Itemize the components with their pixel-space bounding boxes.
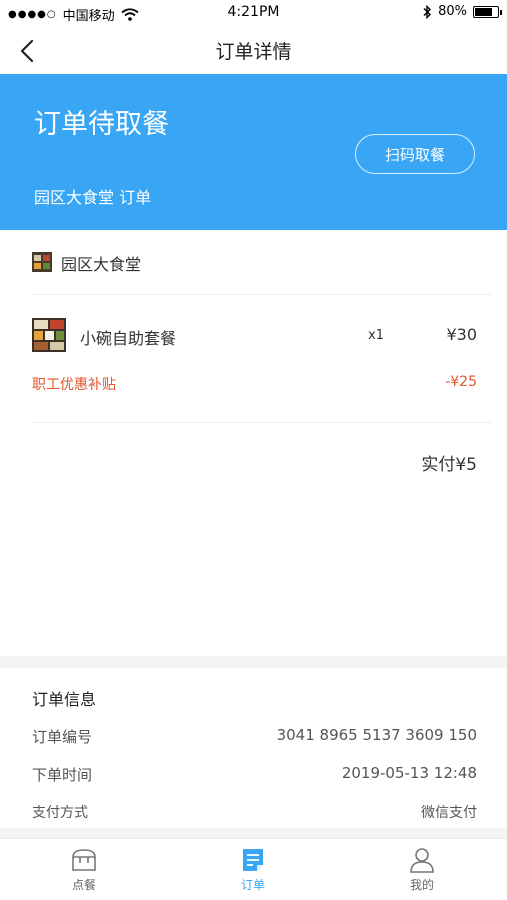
order-status-title: 订单待取餐: [34, 109, 169, 140]
chevron-left-icon: [20, 39, 34, 63]
tab-bar: 点餐 订单 我的: [0, 838, 507, 900]
tabbar-separator: [0, 828, 507, 838]
nav-bar: 订单详情: [0, 26, 507, 74]
page-title: 订单详情: [215, 40, 292, 63]
payment-method-label: 支付方式: [32, 805, 88, 821]
payment-method-value: 微信支付: [421, 805, 477, 821]
section-separator: [0, 656, 507, 668]
item-quantity: x1: [368, 328, 384, 343]
battery-percent: 80%: [438, 4, 467, 19]
bluetooth-icon: [423, 4, 432, 19]
status-right: 80%: [422, 4, 502, 19]
discount-label: 职工优惠补贴: [32, 377, 116, 393]
order-status-banner: 订单待取餐 扫码取餐 园区大食堂 订单: [0, 74, 507, 230]
store-name: 园区大食堂: [61, 255, 142, 274]
order-time-value: 2019-05-13 12:48: [341, 764, 477, 782]
order-info-title: 订单信息: [32, 690, 97, 709]
order-number-value: 3041 8965 5137 3609 150: [276, 726, 477, 744]
tab-label: 订单: [240, 878, 265, 892]
tab-profile[interactable]: 我的: [372, 847, 472, 897]
divider: [32, 294, 491, 295]
status-bar: ●●●●○ 中国移动 4:21PM 80%: [0, 0, 507, 26]
order-icon: [243, 849, 263, 871]
tab-label: 点餐: [71, 878, 96, 892]
battery-icon: [473, 5, 502, 18]
tab-orders[interactable]: 订单: [203, 847, 303, 897]
item-price: ¥30: [446, 325, 477, 344]
tab-order-food[interactable]: 点餐: [34, 847, 134, 897]
divider: [32, 422, 491, 423]
order-number-label: 订单编号: [32, 728, 93, 746]
item-thumbnail: [32, 318, 66, 352]
payment-method-row: 支付方式 微信支付: [32, 802, 477, 826]
tab-label: 我的: [409, 878, 434, 892]
back-button[interactable]: [14, 36, 44, 66]
store-header: 园区大食堂: [0, 230, 507, 294]
total-paid: 实付¥5: [421, 455, 477, 475]
user-icon: [410, 848, 434, 873]
store-thumbnail: [32, 252, 52, 272]
order-time-label: 下单时间: [32, 766, 93, 784]
store-icon: [72, 849, 96, 871]
item-name: 小碗自助套餐: [80, 329, 177, 348]
order-time-row: 下单时间 2019-05-13 12:48: [32, 764, 477, 788]
order-status-subtitle: 园区大食堂 订单: [34, 188, 152, 207]
order-number-row: 订单编号 3041 8965 5137 3609 150: [32, 726, 477, 750]
order-item-row: 小碗自助套餐 x1 ¥30: [0, 310, 507, 362]
battery-fill: [475, 7, 492, 16]
discount-row: 职工优惠补贴 -¥25: [0, 372, 507, 398]
scan-pickup-button[interactable]: 扫码取餐: [355, 134, 475, 174]
discount-amount: -¥25: [445, 374, 477, 390]
